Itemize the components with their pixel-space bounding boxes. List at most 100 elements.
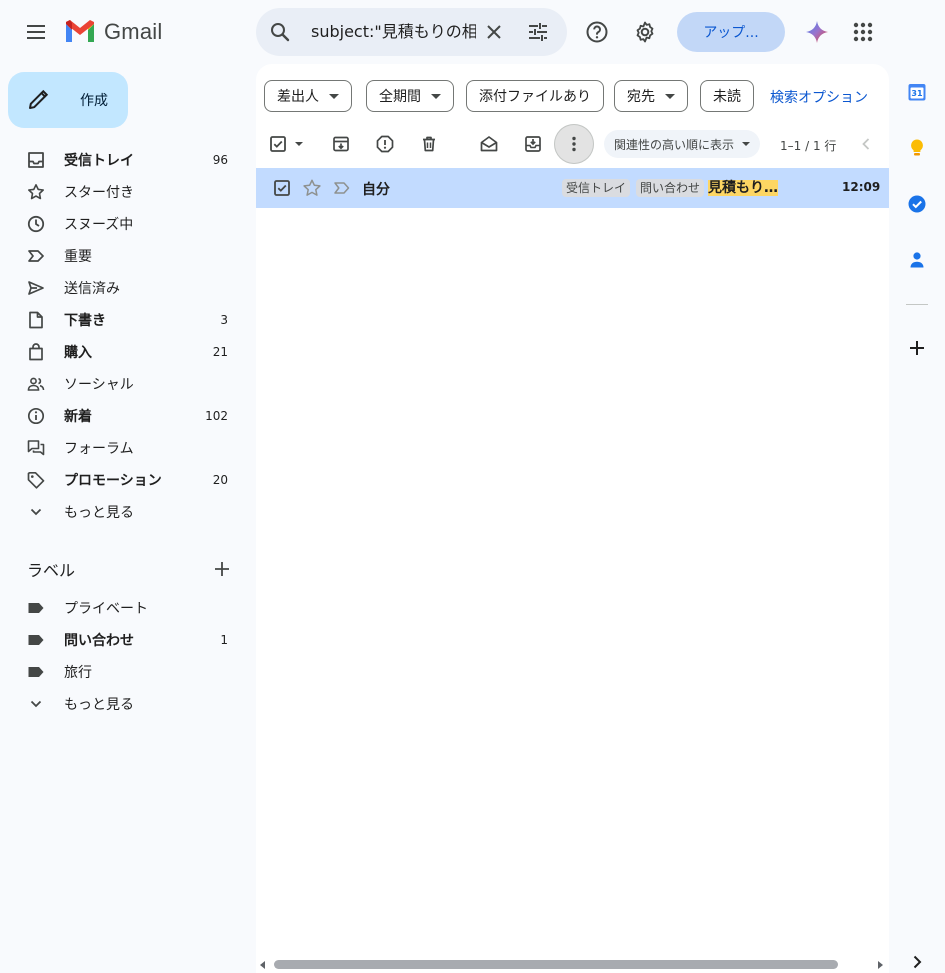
sidebar-item-more[interactable]: もっと見る — [0, 496, 256, 528]
search-input[interactable]: subject:"見積もりの相 — [311, 21, 476, 43]
sidebar-item-purchases[interactable]: 購入 21 — [0, 336, 256, 368]
scroll-left-arrow-icon[interactable] — [260, 961, 265, 969]
filter-attachment-chip[interactable]: 添付ファイルあり — [466, 80, 604, 112]
compose-button[interactable]: 作成 — [8, 72, 128, 128]
unread-count: 102 — [205, 409, 228, 423]
search-icon[interactable] — [268, 20, 292, 44]
prev-page-icon[interactable] — [854, 132, 878, 156]
gmail-m-icon — [64, 20, 96, 44]
get-addons-button[interactable] — [901, 332, 933, 364]
email-sender: 自分 — [362, 182, 390, 198]
tasks-button[interactable] — [901, 188, 933, 220]
sidebar-item-drafts[interactable]: 下書き 3 — [0, 304, 256, 336]
sidebar-item-label: 送信済み — [64, 281, 120, 297]
lightbulb-icon — [907, 138, 927, 158]
plus-icon — [907, 338, 927, 358]
calendar-button[interactable]: 31 — [901, 76, 933, 108]
sidebar-item-important[interactable]: 重要 — [0, 240, 256, 272]
chip-label: 差出人 — [277, 89, 319, 105]
scrollbar-thumb[interactable] — [274, 960, 838, 969]
filter-from-chip[interactable]: 差出人 — [264, 80, 352, 112]
more-vert-icon — [564, 134, 584, 154]
sidebar-item-label: 重要 — [64, 249, 92, 265]
settings-button[interactable] — [625, 12, 665, 52]
report-spam-icon — [375, 134, 395, 154]
chevron-right-icon[interactable] — [907, 952, 927, 972]
info-icon — [26, 406, 46, 426]
gmail-logo[interactable]: Gmail — [64, 16, 162, 48]
labels-list: プライベート 問い合わせ 1 旅行 もっと見る — [0, 592, 256, 720]
upgrade-button[interactable]: アップ... — [677, 12, 785, 52]
label-item-travel[interactable]: 旅行 — [0, 656, 256, 688]
sidebar-item-label: 受信トレイ — [64, 153, 134, 169]
label-name: 旅行 — [64, 665, 92, 681]
more-actions-button[interactable] — [554, 124, 594, 164]
scroll-right-arrow-icon[interactable] — [878, 961, 883, 969]
sidebar-item-forums[interactable]: フォーラム — [0, 432, 256, 464]
add-label-icon[interactable] — [210, 557, 234, 581]
filter-unread-chip[interactable]: 未読 — [700, 80, 754, 112]
sidebar-item-social[interactable]: ソーシャル — [0, 368, 256, 400]
important-marker-icon[interactable] — [332, 178, 352, 198]
pagination-text: 1–1 / 1 行 — [780, 139, 837, 153]
main-panel: 差出人 全期間 添付ファイルあり 宛先 未読 検索オプション 関連性の高い順に表… — [256, 64, 889, 973]
open-envelope-icon — [479, 134, 499, 154]
unread-count: 21 — [212, 345, 228, 359]
sidebar-nav: 受信トレイ 96 スター付き スヌーズ中 重要 送信済み 下書き 3 購入 21… — [0, 144, 256, 528]
labels-title: ラベル — [27, 561, 76, 580]
unread-count: 96 — [212, 153, 228, 167]
label-name: 問い合わせ — [64, 633, 134, 649]
sidebar-item-label: 新着 — [64, 409, 92, 425]
label-item-inquiries[interactable]: 問い合わせ 1 — [0, 624, 256, 656]
filter-date-chip[interactable]: 全期間 — [366, 80, 454, 112]
google-apps-button[interactable] — [843, 12, 883, 52]
sidebar-item-label: フォーラム — [64, 441, 134, 457]
report-spam-button[interactable] — [365, 124, 405, 164]
sidebar-item-updates[interactable]: 新着 102 — [0, 400, 256, 432]
keep-button[interactable] — [901, 132, 933, 164]
row-checkbox-checked-icon[interactable] — [272, 178, 292, 198]
send-icon — [26, 278, 46, 298]
pencil-icon — [26, 88, 50, 112]
chip-label: 宛先 — [627, 89, 655, 105]
move-to-inbox-button[interactable] — [513, 124, 553, 164]
sort-order-dropdown[interactable]: 関連性の高い順に表示 — [604, 130, 761, 158]
horizontal-scrollbar[interactable] — [256, 957, 889, 973]
star-icon — [26, 182, 46, 202]
label-name: プライベート — [64, 601, 148, 617]
email-row[interactable]: 自分 受信トレイ 問い合わせ 見積もり... 12:09 — [256, 168, 889, 208]
delete-button[interactable] — [409, 124, 449, 164]
select-all-dropdown[interactable] — [268, 132, 308, 156]
sort-label: 関連性の高い順に表示 — [614, 137, 735, 152]
mark-as-read-button[interactable] — [469, 124, 509, 164]
advanced-search-link[interactable]: 検索オプション — [770, 87, 868, 107]
filter-to-chip[interactable]: 宛先 — [614, 80, 688, 112]
contacts-button[interactable] — [901, 244, 933, 276]
label-item-private[interactable]: プライベート — [0, 592, 256, 624]
sidebar-item-sent[interactable]: 送信済み — [0, 272, 256, 304]
gemini-sparkle-icon — [805, 20, 829, 44]
star-outline-icon[interactable] — [302, 178, 322, 198]
help-button[interactable] — [577, 12, 617, 52]
gemini-button[interactable] — [797, 12, 837, 52]
search-options-icon[interactable] — [526, 20, 550, 44]
trash-icon — [419, 134, 439, 154]
sidebar-item-label: 下書き — [64, 313, 106, 329]
people-icon — [26, 374, 46, 394]
sidebar-item-snoozed[interactable]: スヌーズ中 — [0, 208, 256, 240]
side-panel-divider — [906, 304, 928, 305]
calendar-icon: 31 — [907, 82, 927, 102]
sidebar-item-starred[interactable]: スター付き — [0, 176, 256, 208]
sidebar-item-inbox[interactable]: 受信トレイ 96 — [0, 144, 256, 176]
archive-button[interactable] — [321, 124, 361, 164]
sidebar-item-label: ソーシャル — [64, 377, 134, 393]
main-menu-button[interactable] — [16, 12, 56, 52]
side-panel: 31 — [889, 64, 945, 973]
label-item-more[interactable]: もっと見る — [0, 688, 256, 720]
clear-search-icon[interactable] — [482, 20, 506, 44]
search-highlight: 見積もり... — [708, 180, 778, 196]
label-tag-inquiries[interactable]: 問い合わせ — [636, 179, 705, 197]
label-tag-inbox[interactable]: 受信トレイ — [562, 179, 631, 197]
sidebar-item-promotions[interactable]: プロモーション 20 — [0, 464, 256, 496]
search-bar[interactable]: subject:"見積もりの相 — [256, 8, 567, 56]
